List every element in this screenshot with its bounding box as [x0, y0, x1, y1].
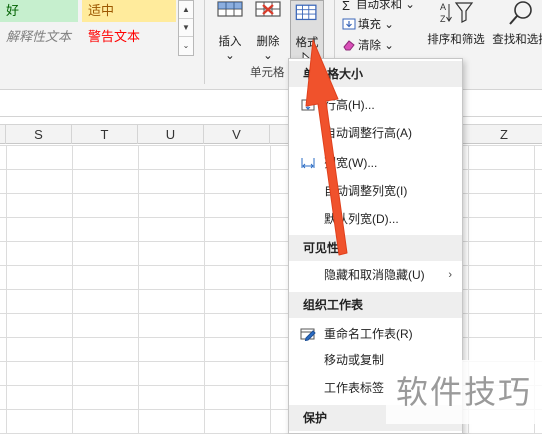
- column-header-t[interactable]: T: [72, 125, 138, 144]
- eraser-icon: [343, 40, 355, 51]
- menu-header-visibility: 可见性: [289, 235, 462, 261]
- row-height-icon: [301, 99, 315, 111]
- row-height-label: 行高(H)...: [324, 98, 375, 112]
- autofit-row-height-label: 自动调整行高(A): [324, 126, 412, 140]
- group-divider: [204, 0, 205, 84]
- clear-label: 清除 ⌄: [358, 40, 394, 52]
- gallery-scrollbar[interactable]: ▲ ▼ ⌄: [178, 0, 194, 56]
- sigma-icon: Σ: [342, 0, 351, 13]
- sort-filter-label: 排序和筛选: [427, 34, 485, 46]
- rename-sheet-label: 重命名工作表(R): [324, 327, 413, 341]
- move-copy-label: 移动或复制: [324, 353, 385, 367]
- format-cells-icon: [295, 4, 317, 21]
- style-warning-text[interactable]: 警告文本: [82, 26, 176, 48]
- column-header-s[interactable]: S: [6, 125, 72, 144]
- svg-text:Z: Z: [440, 14, 446, 24]
- insert-label: 插入: [218, 36, 242, 48]
- delete-cells-icon: [255, 1, 281, 17]
- magnifier-icon: [509, 1, 532, 25]
- menu-item-hide-unhide[interactable]: 隐藏和取消隐藏(U) ›: [289, 261, 462, 289]
- column-header-u[interactable]: U: [138, 125, 204, 144]
- autofit-column-width-label: 自动调整列宽(I): [324, 184, 408, 198]
- tab-color-label: 工作表标签: [324, 381, 385, 395]
- fill-button[interactable]: 填充 ⌄: [342, 16, 394, 32]
- autosum-label: 自动求和 ⌄: [356, 0, 415, 11]
- clear-button[interactable]: 清除 ⌄: [342, 37, 394, 53]
- menu-header-cell-size: 单元格大小: [289, 61, 462, 87]
- find-select-button[interactable]: 查找和选择: [486, 0, 542, 47]
- menu-header-organize-sheets: 组织工作表: [289, 292, 462, 318]
- sort-filter-button[interactable]: A Z 排序和筛选: [426, 0, 486, 47]
- fill-down-icon: [342, 18, 356, 30]
- column-width-icon: [301, 158, 315, 169]
- sort-filter-icon: A Z: [440, 2, 474, 24]
- style-explanatory-text[interactable]: 解释性文本: [0, 26, 78, 48]
- fill-label: 填充 ⌄: [358, 19, 394, 31]
- column-width-label: 列宽(W)...: [324, 156, 378, 170]
- insert-caret-icon: ⌄: [225, 50, 235, 62]
- menu-item-default-width[interactable]: 默认列宽(D)...: [289, 205, 462, 233]
- gallery-more-icon[interactable]: ⌄: [179, 37, 193, 55]
- style-good[interactable]: 好: [0, 0, 78, 22]
- menu-item-autofit-row-height[interactable]: 自动调整行高(A): [289, 119, 462, 147]
- svg-text:A: A: [440, 2, 446, 12]
- autosum-button[interactable]: Σ 自动求和 ⌄: [342, 0, 415, 13]
- column-header-v[interactable]: V: [204, 125, 270, 144]
- find-select-label: 查找和选择: [492, 34, 542, 46]
- format-label: 格式: [295, 37, 319, 49]
- rename-sheet-icon: [300, 328, 316, 341]
- delete-label: 删除: [256, 36, 280, 48]
- menu-item-column-width[interactable]: 列宽(W)...: [289, 149, 462, 177]
- hide-unhide-label: 隐藏和取消隐藏(U): [324, 268, 425, 282]
- format-button[interactable]: 格式: [290, 0, 324, 66]
- cell-styles-gallery: 好 适中 解释性文本 警告文本 ▲ ▼ ⌄: [0, 0, 194, 58]
- column-header-z[interactable]: Z: [466, 125, 542, 144]
- delete-caret-icon: ⌄: [263, 50, 273, 62]
- menu-item-autofit-column-width[interactable]: 自动调整列宽(I): [289, 177, 462, 205]
- insert-cells-icon: [217, 1, 243, 17]
- menu-item-rename-sheet[interactable]: 重命名工作表(R): [289, 320, 462, 348]
- gallery-scroll-up-icon[interactable]: ▲: [179, 1, 193, 19]
- watermark: 软件技巧: [386, 360, 542, 424]
- insert-button[interactable]: 插入 ⌄: [212, 0, 248, 63]
- delete-button[interactable]: 删除 ⌄: [250, 0, 286, 63]
- submenu-arrow-icon: ›: [448, 269, 452, 281]
- cells-group-label: 单元格: [250, 67, 285, 79]
- menu-item-row-height[interactable]: 行高(H)...: [289, 91, 462, 119]
- default-width-label: 默认列宽(D)...: [324, 212, 399, 226]
- gallery-scroll-down-icon[interactable]: ▼: [179, 19, 193, 37]
- style-neutral[interactable]: 适中: [82, 0, 176, 22]
